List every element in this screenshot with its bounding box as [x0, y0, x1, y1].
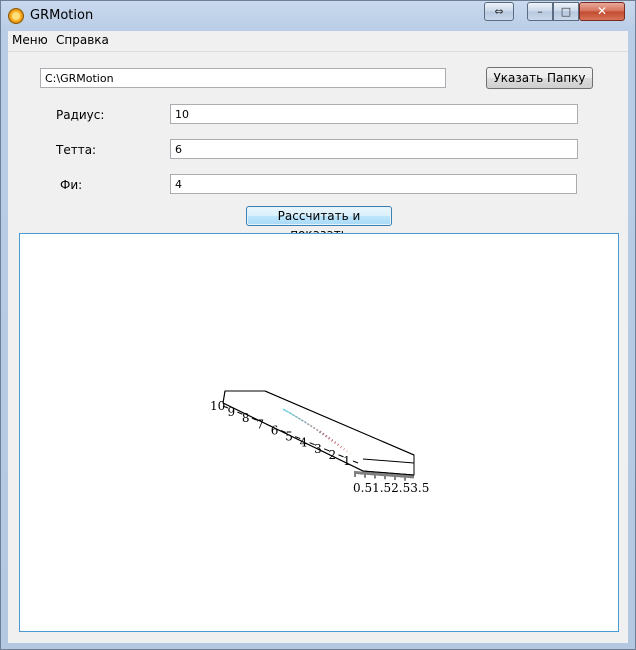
theta-label: Тетта: [56, 143, 97, 157]
trajectory-segment [318, 430, 322, 434]
minimize-icon: – [537, 5, 543, 18]
trajectory-segment [282, 408, 287, 412]
compute-show-button[interactable]: Рассчитать и показать [246, 206, 392, 241]
menu-item-menu[interactable]: Меню [12, 33, 48, 47]
box-outline [222, 390, 415, 476]
trajectory-segment [330, 439, 334, 442]
browse-folder-button[interactable]: Указать Папку [486, 67, 593, 89]
x-tick-labels: 0.51.52.53.5 [353, 481, 429, 495]
maximize-icon: □ [560, 5, 572, 18]
plot-canvas[interactable]: 0.51.52.53.5 10 9 8 7 6 5 4 3 2 1 [19, 233, 619, 632]
y-tick-label: 4 [300, 436, 308, 450]
trajectory-segment [297, 417, 301, 420]
minimize-button[interactable]: – [527, 2, 553, 21]
y-tick-label: 1 [343, 454, 351, 468]
box-edge-mid [362, 458, 415, 464]
theta-input[interactable]: 6 [170, 139, 578, 159]
y-tick-mark [352, 460, 359, 464]
resize-toggle-button[interactable]: ⇔ [484, 2, 514, 21]
folder-path-input[interactable]: C:\GRMotion [40, 68, 446, 88]
motion-3d-plot: 0.51.52.53.5 10 9 8 7 6 5 4 3 2 1 [210, 390, 429, 495]
close-icon: ✕ [596, 4, 608, 18]
maximize-button[interactable]: □ [553, 2, 579, 21]
browse-folder-label: Указать Папку [493, 71, 586, 85]
y-tick-label: 10 [210, 399, 225, 413]
trajectory-segment [300, 419, 304, 422]
y-tick-label: 3 [314, 442, 322, 456]
title-bar[interactable]: GRMotion ⇔ – □ ✕ [1, 1, 635, 31]
phi-input[interactable]: 4 [170, 174, 577, 194]
y-tick-label: 7 [256, 417, 264, 431]
trajectory-segment [327, 436, 331, 440]
trajectory-segment [313, 426, 316, 430]
box-edge-top [264, 390, 415, 456]
y-tick-labels: 10 9 8 7 6 5 4 3 2 1 [210, 399, 351, 468]
trajectory-segment [333, 441, 337, 444]
trajectory-segment [324, 434, 328, 438]
trajectory-segment [303, 421, 307, 424]
trajectory-segment [309, 424, 313, 428]
y-tick-label: 8 [242, 411, 250, 425]
y-tick-label: 6 [271, 423, 279, 437]
trajectory-segment [306, 422, 310, 426]
trajectory-segment [285, 410, 290, 414]
y-tick-label: 2 [329, 448, 337, 462]
plot-box [222, 390, 415, 476]
radius-input[interactable]: 10 [170, 104, 578, 124]
window-title: GRMotion [30, 8, 94, 23]
phi-label: Фи: [60, 178, 83, 192]
y-tick-label: 5 [285, 430, 293, 444]
trajectory-segment [288, 411, 293, 415]
main-panel: C:\GRMotion Указать Папку Радиус: 10 Тет… [8, 52, 628, 643]
y-tick-label: 9 [227, 405, 235, 419]
trajectory-segment [316, 428, 319, 432]
menu-bar: Меню Справка [8, 31, 628, 52]
trajectory-segment [291, 413, 296, 417]
app-window: GRMotion ⇔ – □ ✕ Меню Справка C:\GRMotio… [0, 0, 636, 650]
double-arrow-icon: ⇔ [494, 5, 504, 18]
close-button[interactable]: ✕ [579, 2, 625, 21]
menu-item-help[interactable]: Справка [56, 33, 109, 47]
radius-label: Радиус: [56, 108, 105, 122]
trajectory-segment [294, 415, 298, 419]
app-icon [8, 8, 24, 24]
trajectory-segment [321, 432, 325, 436]
